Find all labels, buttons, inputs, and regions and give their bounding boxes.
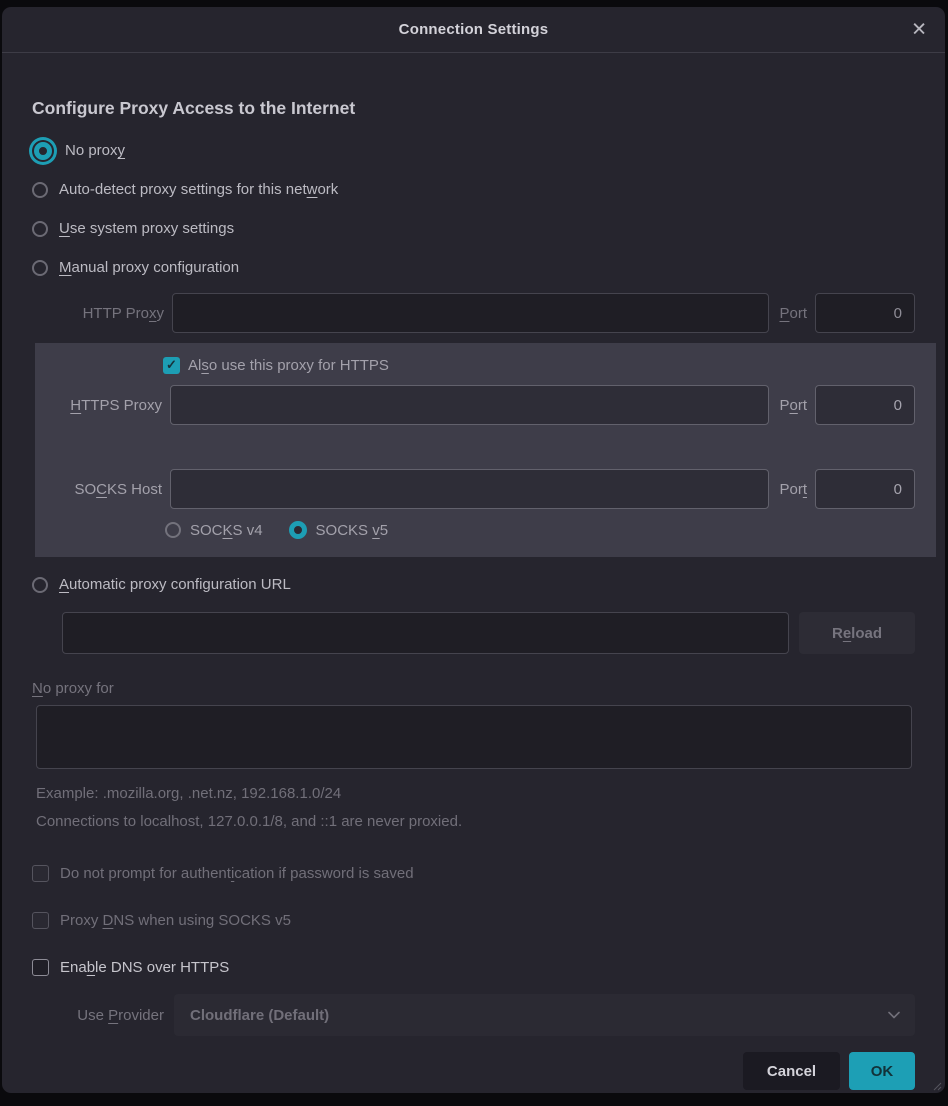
no-proxy-for-label: No proxy for bbox=[32, 680, 915, 697]
socks-host-input[interactable] bbox=[170, 469, 769, 509]
provider-select[interactable]: Cloudflare (Default) bbox=[174, 994, 915, 1036]
reload-button[interactable]: Reload bbox=[799, 612, 915, 654]
radio-auto-detect-label: Auto-detect proxy settings for this netw… bbox=[59, 181, 338, 198]
radio-manual-proxy[interactable] bbox=[32, 260, 48, 276]
radio-autoconfig[interactable] bbox=[32, 577, 48, 593]
radio-system-proxy[interactable] bbox=[32, 221, 48, 237]
socks-version-row: SOCKS v4 SOCKS v5 bbox=[165, 515, 915, 545]
radio-row-system-proxy[interactable]: Use system proxy settings bbox=[32, 209, 915, 248]
dialog-title: Connection Settings bbox=[399, 21, 549, 38]
socks-v5-option[interactable]: SOCKS v5 bbox=[289, 521, 389, 539]
no-prompt-checkbox[interactable] bbox=[32, 865, 49, 882]
socks-host-label: SOCKS Host bbox=[35, 481, 162, 498]
http-proxy-row: HTTP Proxy Port bbox=[32, 293, 915, 333]
doh-provider-row: Use Provider Cloudflare (Default) bbox=[32, 994, 915, 1036]
chevron-down-icon bbox=[887, 1008, 901, 1022]
radio-manual-proxy-label: Manual proxy configuration bbox=[59, 259, 239, 276]
no-proxy-example-text: Example: .mozilla.org, .net.nz, 192.168.… bbox=[36, 785, 915, 802]
proxy-dns-checkbox[interactable] bbox=[32, 912, 49, 929]
options-checkbox-block: Do not prompt for authentication if pass… bbox=[32, 858, 915, 982]
autoconfig-url-row: Reload bbox=[62, 612, 915, 654]
doh-label: Enable DNS over HTTPS bbox=[60, 959, 229, 976]
dialog-titlebar: Connection Settings ✕ bbox=[2, 7, 945, 53]
autoconfig-url-input[interactable] bbox=[62, 612, 789, 654]
radio-no-proxy-label: No proxy bbox=[65, 142, 125, 159]
manual-proxy-band: ✓ Also use this proxy for HTTPS HTTPS Pr… bbox=[35, 343, 936, 557]
socks-v4-option[interactable]: SOCKS v4 bbox=[165, 522, 263, 539]
radio-no-proxy[interactable] bbox=[34, 142, 52, 160]
cancel-button[interactable]: Cancel bbox=[743, 1052, 840, 1090]
doh-checkbox[interactable] bbox=[32, 959, 49, 976]
radio-autoconfig-label: Automatic proxy configuration URL bbox=[59, 576, 291, 593]
https-proxy-label: HTTPS Proxy bbox=[35, 397, 162, 414]
checkbox-row-doh[interactable]: Enable DNS over HTTPS bbox=[32, 952, 915, 982]
ok-button[interactable]: OK bbox=[849, 1052, 915, 1090]
no-prompt-label: Do not prompt for authentication if pass… bbox=[60, 865, 414, 882]
http-port-input[interactable] bbox=[815, 293, 915, 333]
https-port-label: Port bbox=[779, 397, 807, 414]
socks-v5-label: SOCKS v5 bbox=[316, 522, 389, 539]
radio-row-no-proxy[interactable]: No proxy bbox=[32, 131, 915, 170]
no-proxy-for-textarea[interactable] bbox=[36, 705, 912, 769]
dialog-content: Configure Proxy Access to the Internet N… bbox=[2, 98, 945, 1090]
checkbox-row-no-prompt[interactable]: Do not prompt for authentication if pass… bbox=[32, 858, 915, 888]
dialog-footer: Cancel OK bbox=[32, 1052, 915, 1090]
radio-system-proxy-label: Use system proxy settings bbox=[59, 220, 234, 237]
checkbox-row-proxy-dns[interactable]: Proxy DNS when using SOCKS v5 bbox=[32, 905, 915, 935]
provider-selected-value: Cloudflare (Default) bbox=[190, 1007, 329, 1024]
provider-label: Use Provider bbox=[32, 1007, 164, 1024]
socks-v4-label: SOCKS v4 bbox=[190, 522, 263, 539]
no-proxy-note-text: Connections to localhost, 127.0.0.1/8, a… bbox=[36, 813, 915, 830]
http-port-label: Port bbox=[779, 305, 807, 322]
socks-port-label: Port bbox=[779, 481, 807, 498]
connection-settings-dialog: Connection Settings ✕ Configure Proxy Ac… bbox=[2, 7, 945, 1093]
https-port-input[interactable] bbox=[815, 385, 915, 425]
radio-row-manual-proxy[interactable]: Manual proxy configuration bbox=[32, 248, 915, 287]
share-proxy-label: Also use this proxy for HTTPS bbox=[188, 357, 389, 374]
close-icon[interactable]: ✕ bbox=[911, 20, 927, 39]
page-title: Configure Proxy Access to the Internet bbox=[32, 98, 915, 119]
http-proxy-input[interactable] bbox=[172, 293, 769, 333]
radio-row-autoconfig[interactable]: Automatic proxy configuration URL bbox=[32, 565, 915, 604]
share-proxy-row[interactable]: ✓ Also use this proxy for HTTPS bbox=[163, 351, 915, 379]
radio-row-auto-detect[interactable]: Auto-detect proxy settings for this netw… bbox=[32, 170, 915, 209]
resize-grip-icon[interactable] bbox=[930, 1079, 942, 1091]
radio-auto-detect[interactable] bbox=[32, 182, 48, 198]
https-proxy-input[interactable] bbox=[170, 385, 769, 425]
share-proxy-checkbox[interactable]: ✓ bbox=[163, 357, 180, 374]
radio-socks-v5[interactable] bbox=[289, 521, 307, 539]
https-proxy-row: HTTPS Proxy Port bbox=[35, 385, 915, 425]
socks-port-input[interactable] bbox=[815, 469, 915, 509]
radio-socks-v4[interactable] bbox=[165, 522, 181, 538]
proxy-dns-label: Proxy DNS when using SOCKS v5 bbox=[60, 912, 291, 929]
http-proxy-label: HTTP Proxy bbox=[32, 305, 164, 322]
socks-host-row: SOCKS Host Port bbox=[35, 469, 915, 509]
